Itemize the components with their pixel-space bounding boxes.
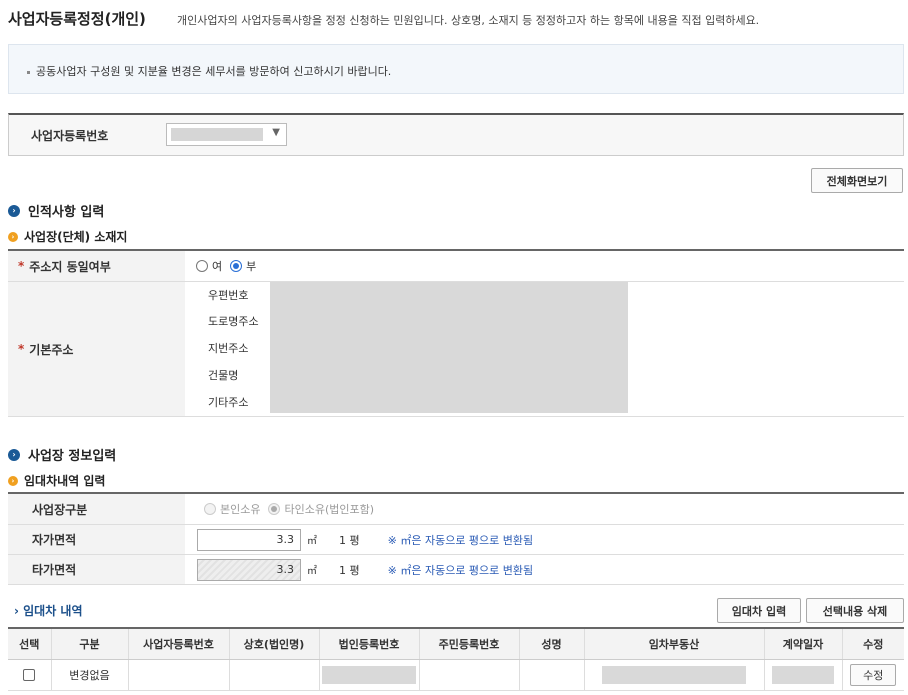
circle-arrow-icon: ›: [8, 475, 18, 486]
radio-own-property[interactable]: [204, 503, 216, 515]
page-title: 사업자등록정정(개인): [8, 10, 146, 28]
subsection-location-header: › 사업장(단체) 소재지: [8, 228, 127, 245]
own-area-note: ※ ㎡은 자동으로 평으로 변환됨: [387, 533, 534, 547]
subsection-lease-title: 임대차내역 입력: [24, 474, 106, 488]
radio-same-no-label: 부: [246, 260, 257, 273]
notice-box: 공동사업자 구성원 및 지분율 변경은 세무서를 방문하여 신고하시기 바랍니다…: [8, 44, 904, 94]
col-corp-no: 법인등록번호: [319, 629, 420, 660]
business-form: 사업장구분 본인소유 타인소유(법인포함) 자가면적 3.3 ㎡ 1 평 ※ ㎡…: [8, 492, 904, 585]
circle-arrow-icon: ›: [8, 231, 18, 242]
other-area-label: 타가면적: [8, 555, 185, 584]
subsection-lease-header: › 임대차내역 입력: [8, 472, 105, 489]
delete-selected-button[interactable]: 선택내용 삭제: [806, 598, 904, 623]
col-company-name: 상호(법인명): [229, 629, 320, 660]
notice-text: 공동사업자 구성원 및 지분율 변경은 세무서를 방문하여 신고하시기 바랍니다…: [36, 65, 392, 78]
table-row: 변경없음 수정: [8, 659, 904, 691]
registration-select[interactable]: ▼: [166, 123, 287, 146]
radio-same-no[interactable]: [230, 260, 243, 272]
page-description: 개인사업자의 사업자등록사항을 정정 신청하는 민원입니다. 상호명, 소재지 …: [177, 14, 760, 27]
own-area-unit: ㎡: [307, 536, 317, 547]
base-address-label: 기본주소: [29, 342, 74, 357]
own-area-label: 자가면적: [8, 525, 185, 554]
col-name: 성명: [519, 629, 585, 660]
own-area-row: 자가면적 3.3 ㎡ 1 평 ※ ㎡은 자동으로 평으로 변환됨: [8, 525, 904, 555]
col-select: 선택: [8, 629, 52, 660]
same-address-row: * 주소지 동일여부 여 부: [8, 251, 904, 282]
own-area-input[interactable]: 3.3: [197, 528, 301, 551]
subsection-location-title: 사업장(단체) 소재지: [24, 230, 128, 244]
edit-button[interactable]: 수정: [850, 663, 897, 686]
redacted-address: [270, 282, 628, 413]
redacted-contract-date: [772, 665, 834, 684]
postal-code-label: 우편번호: [208, 289, 249, 302]
lease-table: 선택 구분 사업자등록번호 상호(법인명) 법인등록번호 주민등록번호 성명 임…: [8, 627, 904, 691]
section-personal-header: › 인적사항 입력: [8, 201, 104, 220]
radio-own-property-label: 본인소유: [220, 503, 261, 516]
fullscreen-button[interactable]: 전체화면보기: [811, 168, 903, 193]
lot-address-label: 지번주소: [208, 342, 249, 355]
registration-panel: 사업자등록번호 ▼: [8, 113, 904, 156]
lease-history-title: › 임대차 내역: [14, 604, 83, 618]
lease-table-header: 선택 구분 사업자등록번호 상호(법인명) 법인등록번호 주민등록번호 성명 임…: [8, 629, 904, 660]
col-business-no: 사업자등록번호: [128, 629, 230, 660]
radio-same-yes[interactable]: [196, 260, 208, 272]
other-area-input: 3.3: [197, 558, 301, 581]
business-type-row: 사업장구분 본인소유 타인소유(법인포함): [8, 494, 904, 525]
business-type-label: 사업장구분: [8, 494, 185, 524]
radio-same-yes-label: 여: [212, 260, 223, 273]
section-personal-title: 인적사항 입력: [28, 205, 105, 220]
redacted-property: [602, 665, 746, 684]
col-contract-date: 계약일자: [764, 629, 843, 660]
own-area-pyeong: 1 평: [339, 533, 360, 547]
redacted-corp-no: [322, 665, 416, 684]
other-area-pyeong: 1 평: [339, 563, 360, 577]
bullet-icon: [27, 70, 30, 74]
lease-input-button[interactable]: 임대차 입력: [717, 598, 801, 623]
required-mark: *: [18, 259, 25, 273]
radio-others-property-label: 타인소유(법인포함): [284, 503, 375, 516]
section-business-title: 사업장 정보입력: [28, 449, 117, 464]
base-address-row: * 기본주소 우편번호 도로명주소 지번주소 건물명 기타주소: [8, 282, 904, 417]
col-resident-no: 주민등록번호: [419, 629, 520, 660]
other-area-row: 타가면적 3.3 ㎡ 1 평 ※ ㎡은 자동으로 평으로 변환됨: [8, 555, 904, 585]
other-area-unit: ㎡: [307, 566, 317, 577]
chevron-down-icon: ▼: [272, 127, 280, 138]
building-name-label: 건물명: [208, 369, 239, 382]
required-mark: *: [18, 342, 25, 356]
location-form: * 주소지 동일여부 여 부 * 기본주소 우편번호 도로명주소 지번주소 건물명 …: [8, 249, 904, 417]
col-edit: 수정: [842, 629, 904, 660]
registration-label: 사업자등록번호: [31, 129, 109, 143]
col-type: 구분: [51, 629, 129, 660]
circle-arrow-icon: ›: [8, 204, 20, 217]
circle-arrow-icon: ›: [8, 448, 20, 461]
other-address-label: 기타주소: [208, 396, 249, 409]
col-property: 임차부동산: [584, 629, 765, 660]
same-address-label: 주소지 동일여부: [29, 259, 111, 274]
radio-others-property[interactable]: [268, 503, 281, 515]
road-address-label: 도로명주소: [208, 315, 259, 328]
other-area-note: ※ ㎡은 자동으로 평으로 변환됨: [387, 563, 534, 577]
row-checkbox[interactable]: [23, 669, 36, 681]
section-business-header: › 사업장 정보입력: [8, 445, 116, 464]
row-type: 변경없음: [51, 659, 129, 691]
redacted-value: [171, 128, 263, 141]
